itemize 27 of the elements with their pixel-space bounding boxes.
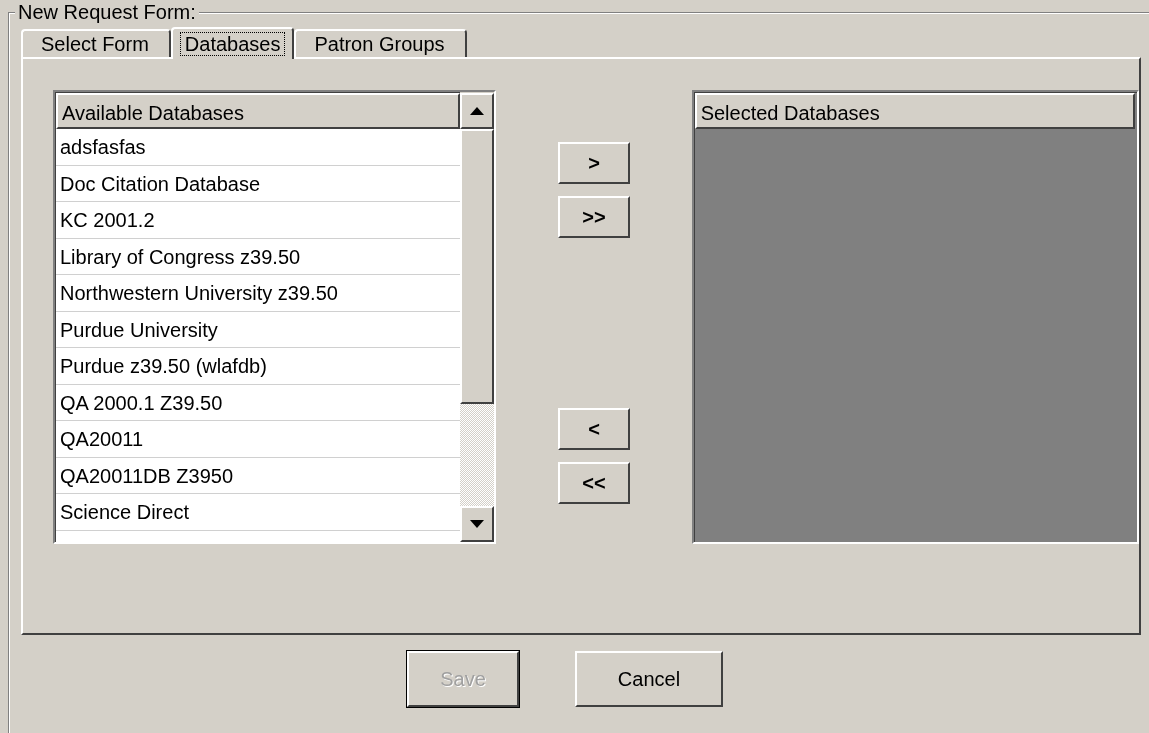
list-item[interactable]: Northwestern University z39.50 — [56, 275, 461, 312]
list-item[interactable]: Doc Citation Database — [56, 165, 461, 202]
tab[interactable]: Patron Groups — [294, 29, 467, 57]
scroll-down-button[interactable] — [460, 506, 495, 542]
dialog-button[interactable]: Cancel — [575, 651, 723, 707]
list-item[interactable]: KC 2001.2 — [56, 202, 461, 239]
list-item[interactable]: Science Direct — [56, 494, 461, 531]
tab[interactable]: Databases — [170, 27, 295, 59]
list-item[interactable]: QA 2000.1 Z39.50 — [56, 384, 461, 421]
column-header[interactable]: Selected Databases — [694, 93, 1135, 129]
up-arrow-icon — [470, 107, 485, 115]
column-header[interactable]: Available Databases — [56, 93, 461, 129]
list-item[interactable]: Purdue University — [56, 311, 461, 348]
move-button[interactable]: < — [558, 408, 630, 450]
scrollbar[interactable] — [460, 92, 495, 542]
move-button[interactable]: << — [558, 462, 630, 504]
tab[interactable]: Select Form — [21, 29, 171, 57]
move-button[interactable]: >> — [558, 196, 630, 238]
list-item[interactable]: Purdue z39.50 (wlafdb) — [56, 348, 461, 385]
list-item[interactable]: Library of Congress z39.50 — [56, 238, 461, 275]
list-item[interactable]: QA20011DB Z3950 — [56, 457, 461, 494]
move-button[interactable]: > — [558, 142, 630, 184]
list-item[interactable]: QA20011 — [56, 421, 461, 458]
scroll-up-button[interactable] — [460, 93, 495, 129]
down-arrow-icon — [470, 520, 485, 528]
list-item[interactable]: adsfasfas — [56, 129, 461, 166]
scroll-thumb[interactable] — [460, 129, 495, 404]
